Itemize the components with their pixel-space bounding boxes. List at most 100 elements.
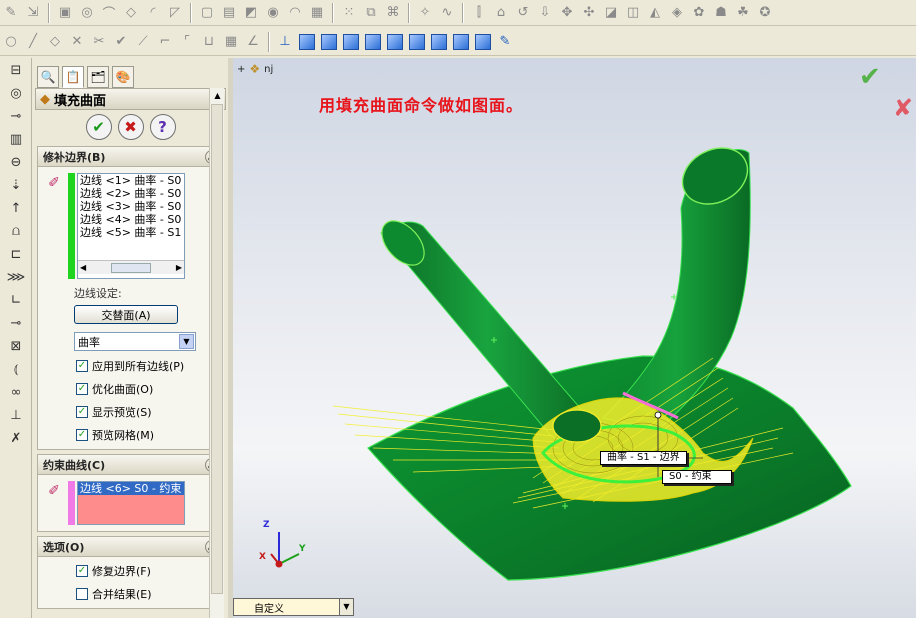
intersect-icon[interactable]: ⊥	[5, 404, 27, 426]
view-dimetric-icon[interactable]	[475, 33, 491, 50]
shadows-icon[interactable]: ☘	[734, 4, 752, 22]
tab-feature-manager[interactable]: 🔍	[37, 66, 59, 88]
rib-icon[interactable]: ▤	[220, 4, 238, 22]
alternate-face-button[interactable]: 交替面(A)	[74, 305, 178, 324]
corner-rectangle-icon[interactable]: ⌐	[156, 33, 174, 51]
pattern-icon[interactable]: ⁙	[340, 4, 358, 22]
cut-loft-icon[interactable]: ⩍	[5, 220, 27, 242]
show-preview-checkbox[interactable]: ✓ 显示预览(S)	[76, 404, 219, 420]
boundary-edges-list[interactable]: 边线 <1> 曲率 - S0 - 边线 <2> 曲率 - S0 - 边线 <3>…	[77, 173, 185, 279]
view-trimetric-icon[interactable]	[453, 33, 469, 50]
pan-icon[interactable]: ✣	[580, 4, 598, 22]
revolve-icon[interactable]: ◎	[78, 4, 96, 22]
tab-display-manager[interactable]: 🎨	[112, 66, 134, 88]
loft-icon[interactable]: ◇	[122, 4, 140, 22]
constraint-curves-list[interactable]: 边线 <6> S0 - 约束	[77, 481, 185, 525]
constraint-callout[interactable]: S0 - 约束	[662, 470, 732, 484]
line-icon[interactable]: ╱	[24, 33, 42, 51]
draft-feature-icon[interactable]: ⊸	[5, 312, 27, 334]
checkbox[interactable]: ✓	[76, 383, 88, 395]
instant3d-icon[interactable]: ⫿	[470, 4, 488, 22]
mirror-icon[interactable]: ⧉	[362, 4, 380, 22]
help-button[interactable]: ?	[149, 114, 176, 140]
cut-revolve-icon[interactable]: ⇣	[5, 174, 27, 196]
angle-icon[interactable]: ∠	[244, 33, 262, 51]
trim-icon[interactable]: ✕	[68, 33, 86, 51]
zoom-icon[interactable]: ⇩	[536, 4, 554, 22]
tab-configuration-manager[interactable]: 🗂	[87, 66, 109, 88]
optimize-surface-checkbox[interactable]: ✓ 优化曲面(O)	[76, 381, 219, 397]
chevron-down-icon[interactable]: ▼	[179, 334, 194, 349]
shell-feature-icon[interactable]: ⊠	[5, 335, 27, 357]
boundary-callout[interactable]: 曲率 - S1 - 边界	[600, 451, 687, 465]
cancel-button[interactable]: ✖	[117, 114, 144, 140]
smart-dimension-icon[interactable]: ⇲	[24, 4, 42, 22]
view-bottom-icon[interactable]	[409, 33, 425, 50]
dimension-icon[interactable]: ⊔	[200, 33, 218, 51]
scene-icon[interactable]: ✿	[690, 4, 708, 22]
coordinate-axis-icon[interactable]: ⊥	[276, 33, 294, 51]
ambient-occlusion-icon[interactable]: ✪	[756, 4, 774, 22]
boss-extrude-icon[interactable]: ⊟	[5, 59, 27, 81]
group-header[interactable]: 选项(O) ︽	[38, 537, 223, 557]
sweep-boss-icon[interactable]: ⊸	[5, 105, 27, 127]
graphics-viewport[interactable]: + ❖ nj 用填充曲面命令做如图面。 ✔ ✘ 曲率 - S1 - 边界 S0 …	[233, 58, 916, 618]
grid-icon[interactable]: ▦	[222, 33, 240, 51]
list-item[interactable]: 边线 <5> 曲率 - S1 -	[78, 226, 184, 239]
display-style-icon[interactable]: ◫	[624, 4, 642, 22]
rotate-icon[interactable]: ✥	[558, 4, 576, 22]
merge-result-checkbox[interactable]: 合并结果(E)	[76, 586, 219, 602]
scroll-right-icon[interactable]: ▶	[176, 263, 182, 272]
view-front-icon[interactable]	[299, 33, 315, 50]
scroll-up-icon[interactable]: ▲	[210, 88, 225, 103]
reference-geometry-icon[interactable]: ✧	[416, 4, 434, 22]
checkbox[interactable]: ✓	[76, 406, 88, 418]
view-orientation-select[interactable]: 自定义 ▼	[233, 598, 354, 616]
list-item[interactable]: 边线 <4> 曲率 - S0 -	[78, 213, 184, 226]
view-orientation-icon[interactable]: ⌂	[492, 4, 510, 22]
curve-pattern-icon[interactable]: ⌘	[384, 4, 402, 22]
sweep-icon[interactable]: ⌒	[100, 4, 118, 22]
hole-icon[interactable]: ◉	[264, 4, 282, 22]
curvature-select[interactable]: 曲率 ▼	[74, 332, 196, 351]
extrude-icon[interactable]: ▣	[56, 4, 74, 22]
draft-icon[interactable]: ◩	[242, 4, 260, 22]
fillet-feature-icon[interactable]: ⊏	[5, 243, 27, 265]
cut-extrude-icon[interactable]: ⊖	[5, 151, 27, 173]
centerline-rectangle-icon[interactable]: ⌜	[178, 33, 196, 51]
view-isometric-icon[interactable]	[431, 33, 447, 50]
construction-line-icon[interactable]: ⟋	[134, 33, 152, 51]
confirm-corner-cancel-icon[interactable]: ✘	[893, 94, 913, 122]
preview-mesh-checkbox[interactable]: ✓ 预览网格(M)	[76, 427, 219, 443]
chamfer-icon[interactable]: ◸	[166, 4, 184, 22]
previous-view-icon[interactable]: ↺	[514, 4, 532, 22]
group-header[interactable]: 约束曲线(C) ︽	[38, 455, 223, 475]
group-header[interactable]: 修补边界(B) ︽	[38, 147, 223, 167]
checkbox[interactable]: ✓	[76, 360, 88, 372]
revolve-boss-icon[interactable]: ◎	[5, 82, 27, 104]
curves-icon[interactable]: ∿	[438, 4, 456, 22]
scroll-thumb[interactable]	[211, 104, 223, 594]
view-right-icon[interactable]	[365, 33, 381, 50]
wrap-icon[interactable]: ▦	[308, 4, 326, 22]
list-horizontal-scrollbar[interactable]: ◀ ▶	[78, 260, 184, 274]
sketch-icon[interactable]: ✎	[2, 4, 20, 22]
rib-feature-icon[interactable]: ∟	[5, 289, 27, 311]
view-top-icon[interactable]	[387, 33, 403, 50]
cut-sweep-icon[interactable]: ↑	[5, 197, 27, 219]
confirm-corner-ok-icon[interactable]: ✔	[859, 62, 881, 92]
realview-icon[interactable]: ☗	[712, 4, 730, 22]
checkbox[interactable]: ✓	[76, 565, 88, 577]
apply-all-edges-checkbox[interactable]: ✓ 应用到所有边线(P)	[76, 358, 219, 374]
view-left-icon[interactable]	[343, 33, 359, 50]
instant-icon[interactable]: ✗	[5, 427, 27, 449]
list-item[interactable]: 边线 <6> S0 - 约束	[78, 482, 184, 495]
shell-icon[interactable]: ▢	[198, 4, 216, 22]
scroll-left-icon[interactable]: ◀	[80, 263, 86, 272]
polygon-icon[interactable]: ◇	[46, 33, 64, 51]
chevron-down-icon[interactable]: ▼	[339, 599, 353, 615]
linear-pattern-icon[interactable]: ⋙	[5, 266, 27, 288]
expand-icon[interactable]: +	[237, 64, 245, 75]
normal-to-icon[interactable]: ✎	[496, 33, 514, 51]
checkbox[interactable]	[76, 588, 88, 600]
